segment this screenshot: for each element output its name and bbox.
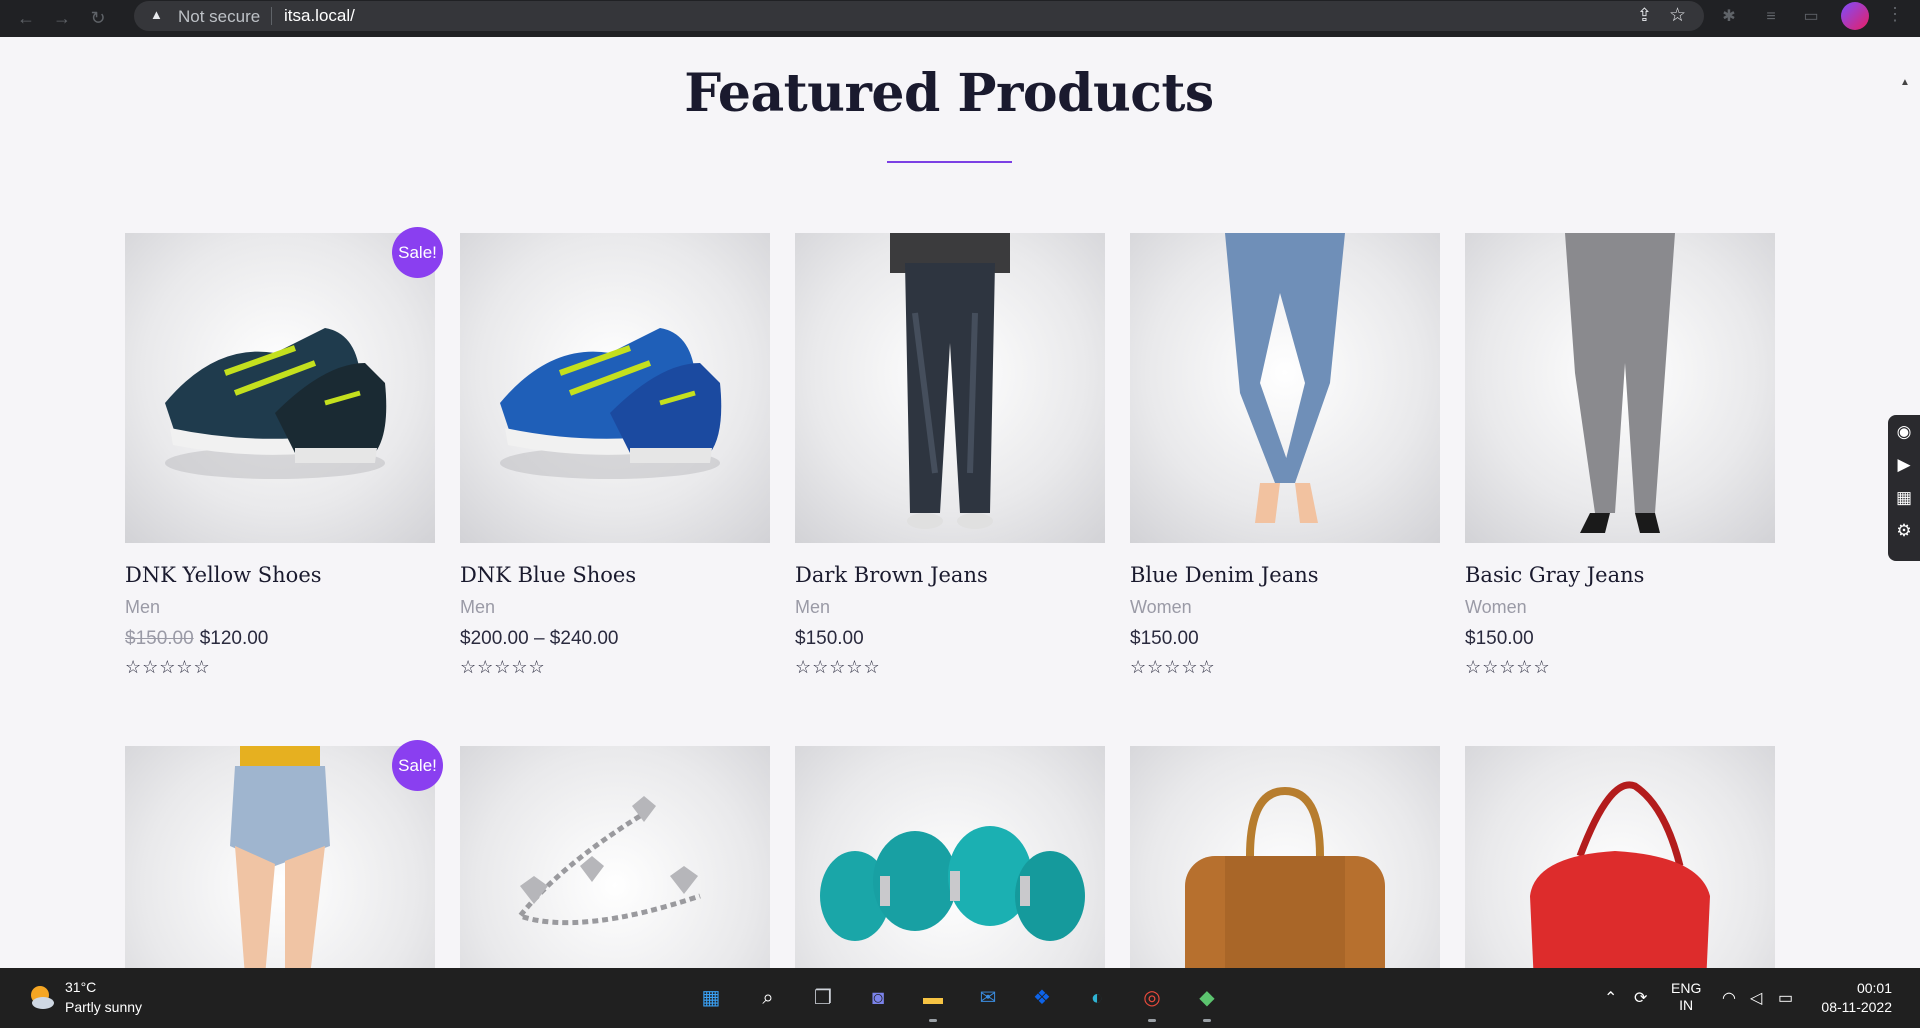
scroll-up-arrow-icon[interactable]: ▲ — [1900, 77, 1910, 88]
profile-avatar[interactable] — [1841, 2, 1869, 30]
product-image-denim-shorts[interactable] — [125, 746, 435, 968]
current-price: $120.00 — [199, 628, 269, 649]
url-text[interactable]: itsa.local/ — [284, 6, 355, 26]
product-category[interactable]: Women — [1465, 597, 1527, 618]
star-rating: ☆☆☆☆☆ — [125, 657, 211, 677]
page-content: Featured Products Sale! DNK Yellow Shoes… — [0, 37, 1920, 968]
search-icon[interactable]: ⌕ — [751, 981, 785, 1015]
product-category[interactable]: Men — [125, 597, 160, 618]
page-title: Featured Products — [684, 63, 1214, 124]
clock[interactable]: 00:01 08-11-2022 — [1820, 979, 1892, 1017]
task-view-icon[interactable]: ❐ — [806, 981, 840, 1015]
sync-icon[interactable]: ⟳ — [1634, 988, 1647, 1008]
star-rating: ☆☆☆☆☆ — [460, 657, 546, 677]
product-image-gray-jeans[interactable] — [1465, 233, 1775, 543]
forward-icon[interactable]: → — [50, 6, 74, 30]
product-image-blue-jeans[interactable] — [1130, 233, 1440, 543]
address-bar[interactable]: ▲ Not secure itsa.local/ ⇪ ☆ — [134, 1, 1704, 31]
extension-icon[interactable]: ✱ — [1718, 6, 1740, 28]
speaker-icon[interactable]: ◁ — [1750, 988, 1762, 1008]
wifi-icon[interactable]: ◠ — [1722, 988, 1736, 1008]
star-rating: ☆☆☆☆☆ — [1130, 657, 1216, 677]
back-icon[interactable]: ← — [14, 6, 38, 30]
camera-icon[interactable]: ◉ — [1888, 415, 1920, 448]
weather-temperature[interactable]: 31°C — [65, 979, 96, 995]
running-indicator — [1203, 1019, 1211, 1022]
security-label[interactable]: Not secure — [178, 7, 260, 27]
product-image-yellow-shoes[interactable] — [125, 233, 435, 543]
video-icon[interactable]: ▶ — [1888, 448, 1920, 481]
language-code: ENG — [1671, 980, 1702, 996]
mail-icon[interactable]: ✉ — [971, 981, 1005, 1015]
title-underline — [887, 161, 1012, 163]
star-rating: ☆☆☆☆☆ — [1465, 657, 1551, 677]
battery-icon[interactable]: ▭ — [1778, 988, 1793, 1008]
product-price: $150.00 — [1130, 628, 1199, 649]
time: 00:01 — [1856, 980, 1892, 996]
running-indicator — [929, 1019, 937, 1022]
share-icon[interactable]: ⇪ — [1637, 5, 1652, 26]
taskbar: 31°C Partly sunny ▦ ⌕ ❐ ◙ ▬ ✉ ❖ ◐ ◎ ◆ ⌃ … — [0, 968, 1920, 1028]
product-category[interactable]: Men — [460, 597, 495, 618]
weather-description[interactable]: Partly sunny — [65, 999, 142, 1015]
product-name[interactable]: DNK Yellow Shoes — [125, 563, 322, 587]
product-category[interactable]: Women — [1130, 597, 1192, 618]
chevron-up-icon[interactable]: ⌃ — [1604, 988, 1617, 1008]
old-price: $150.00 — [125, 628, 194, 649]
windows-start-icon[interactable]: ▦ — [694, 981, 728, 1015]
file-explorer-icon[interactable]: ▬ — [916, 981, 950, 1015]
date: 08-11-2022 — [1821, 999, 1892, 1015]
product-image-brown-bag[interactable] — [1130, 746, 1440, 968]
product-image-turquoise-bracelet[interactable] — [795, 746, 1105, 968]
warning-icon[interactable]: ▲ — [150, 7, 163, 22]
region-code: IN — [1679, 997, 1694, 1013]
reload-icon[interactable]: ↻ — [86, 6, 110, 30]
product-name[interactable]: Basic Gray Jeans — [1465, 563, 1644, 587]
star-rating: ☆☆☆☆☆ — [795, 657, 881, 677]
gear-icon[interactable]: ⚙ — [1888, 514, 1920, 547]
product-price: $150.00 — [1465, 628, 1534, 649]
teams-chat-icon[interactable]: ◙ — [861, 981, 895, 1015]
running-indicator — [1148, 1019, 1156, 1022]
sale-badge: Sale! — [392, 740, 443, 791]
bookmark-star-icon[interactable]: ☆ — [1669, 4, 1686, 27]
side-panel-icon[interactable]: ▭ — [1800, 6, 1822, 28]
product-image-blue-shoes[interactable] — [460, 233, 770, 543]
menu-kebab-icon[interactable]: ⋮ — [1886, 4, 1904, 25]
app-diamond-icon[interactable]: ◆ — [1190, 981, 1224, 1015]
product-category[interactable]: Men — [795, 597, 830, 618]
dropbox-icon[interactable]: ❖ — [1025, 981, 1059, 1015]
product-name[interactable]: DNK Blue Shoes — [460, 563, 636, 587]
weather-icon[interactable] — [26, 982, 56, 1012]
chrome-browser-icon[interactable]: ◎ — [1135, 981, 1169, 1015]
product-price: $150.00 — [795, 628, 864, 649]
product-price: $150.00 $120.00 — [125, 628, 268, 650]
product-name[interactable]: Blue Denim Jeans — [1130, 563, 1319, 587]
product-image-silver-bracelet[interactable] — [460, 746, 770, 968]
product-image-dark-jeans[interactable] — [795, 233, 1105, 543]
sale-badge: Sale! — [392, 227, 443, 278]
gallery-icon[interactable]: ▦ — [1888, 481, 1920, 514]
reading-list-icon[interactable]: ≡ — [1760, 6, 1782, 28]
divider — [271, 7, 272, 25]
edge-browser-icon[interactable]: ◐ — [1080, 981, 1114, 1015]
browser-toolbar: ← → ↻ ▲ Not secure itsa.local/ ⇪ ☆ ✱ ≡ ▭… — [0, 0, 1920, 37]
product-price: $200.00 – $240.00 — [460, 628, 619, 649]
language-indicator[interactable]: ENG IN — [1671, 980, 1701, 1014]
product-name[interactable]: Dark Brown Jeans — [795, 563, 988, 587]
screen-capture-toolbar: ◉ ▶ ▦ ⚙ — [1888, 415, 1920, 561]
product-image-red-bag[interactable] — [1465, 746, 1775, 968]
